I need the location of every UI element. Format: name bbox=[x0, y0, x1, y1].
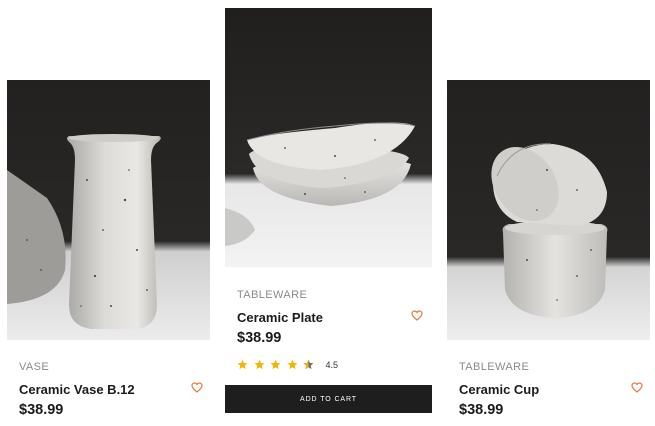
product-category: TABLEWARE bbox=[237, 289, 308, 301]
product-info: TABLEWARE Ceramic Cup $38.99 bbox=[447, 361, 650, 418]
star-half-icon bbox=[303, 359, 314, 370]
heart-outline-icon[interactable] bbox=[411, 310, 423, 321]
add-to-cart-button[interactable]: ADD TO CART bbox=[225, 385, 432, 413]
star-icon bbox=[254, 359, 265, 370]
product-image-cup[interactable] bbox=[447, 80, 650, 340]
product-card-cup[interactable]: TABLEWARE Ceramic Cup $38.99 bbox=[447, 80, 650, 418]
product-category: VASE bbox=[19, 361, 50, 373]
heart-outline-icon[interactable] bbox=[631, 382, 643, 393]
product-name[interactable]: Ceramic Cup bbox=[459, 382, 650, 397]
product-price: $38.99 bbox=[19, 402, 64, 418]
product-info: VASE Ceramic Vase B.12 $38.99 bbox=[7, 361, 210, 418]
rating-value: 4.5 bbox=[325, 359, 339, 370]
product-price: $38.99 bbox=[237, 330, 282, 346]
product-category: TABLEWARE bbox=[459, 361, 530, 373]
product-image-plate[interactable] bbox=[225, 8, 432, 267]
product-card-vase[interactable]: VASE Ceramic Vase B.12 $38.99 bbox=[7, 80, 210, 418]
star-icon bbox=[270, 359, 281, 370]
star-icon bbox=[237, 359, 248, 370]
product-image-vase[interactable] bbox=[7, 80, 210, 340]
product-info: TABLEWARE Ceramic Plate $38.99 4.5 bbox=[225, 289, 432, 370]
product-price: $38.99 bbox=[459, 402, 504, 418]
star-icon bbox=[287, 359, 298, 370]
product-name[interactable]: Ceramic Plate bbox=[237, 310, 432, 325]
heart-outline-icon[interactable] bbox=[191, 382, 203, 393]
product-name[interactable]: Ceramic Vase B.12 bbox=[19, 382, 210, 397]
product-rating: 4.5 bbox=[237, 359, 432, 370]
product-card-plate[interactable]: TABLEWARE Ceramic Plate $38.99 4.5 ADD T… bbox=[225, 8, 432, 413]
